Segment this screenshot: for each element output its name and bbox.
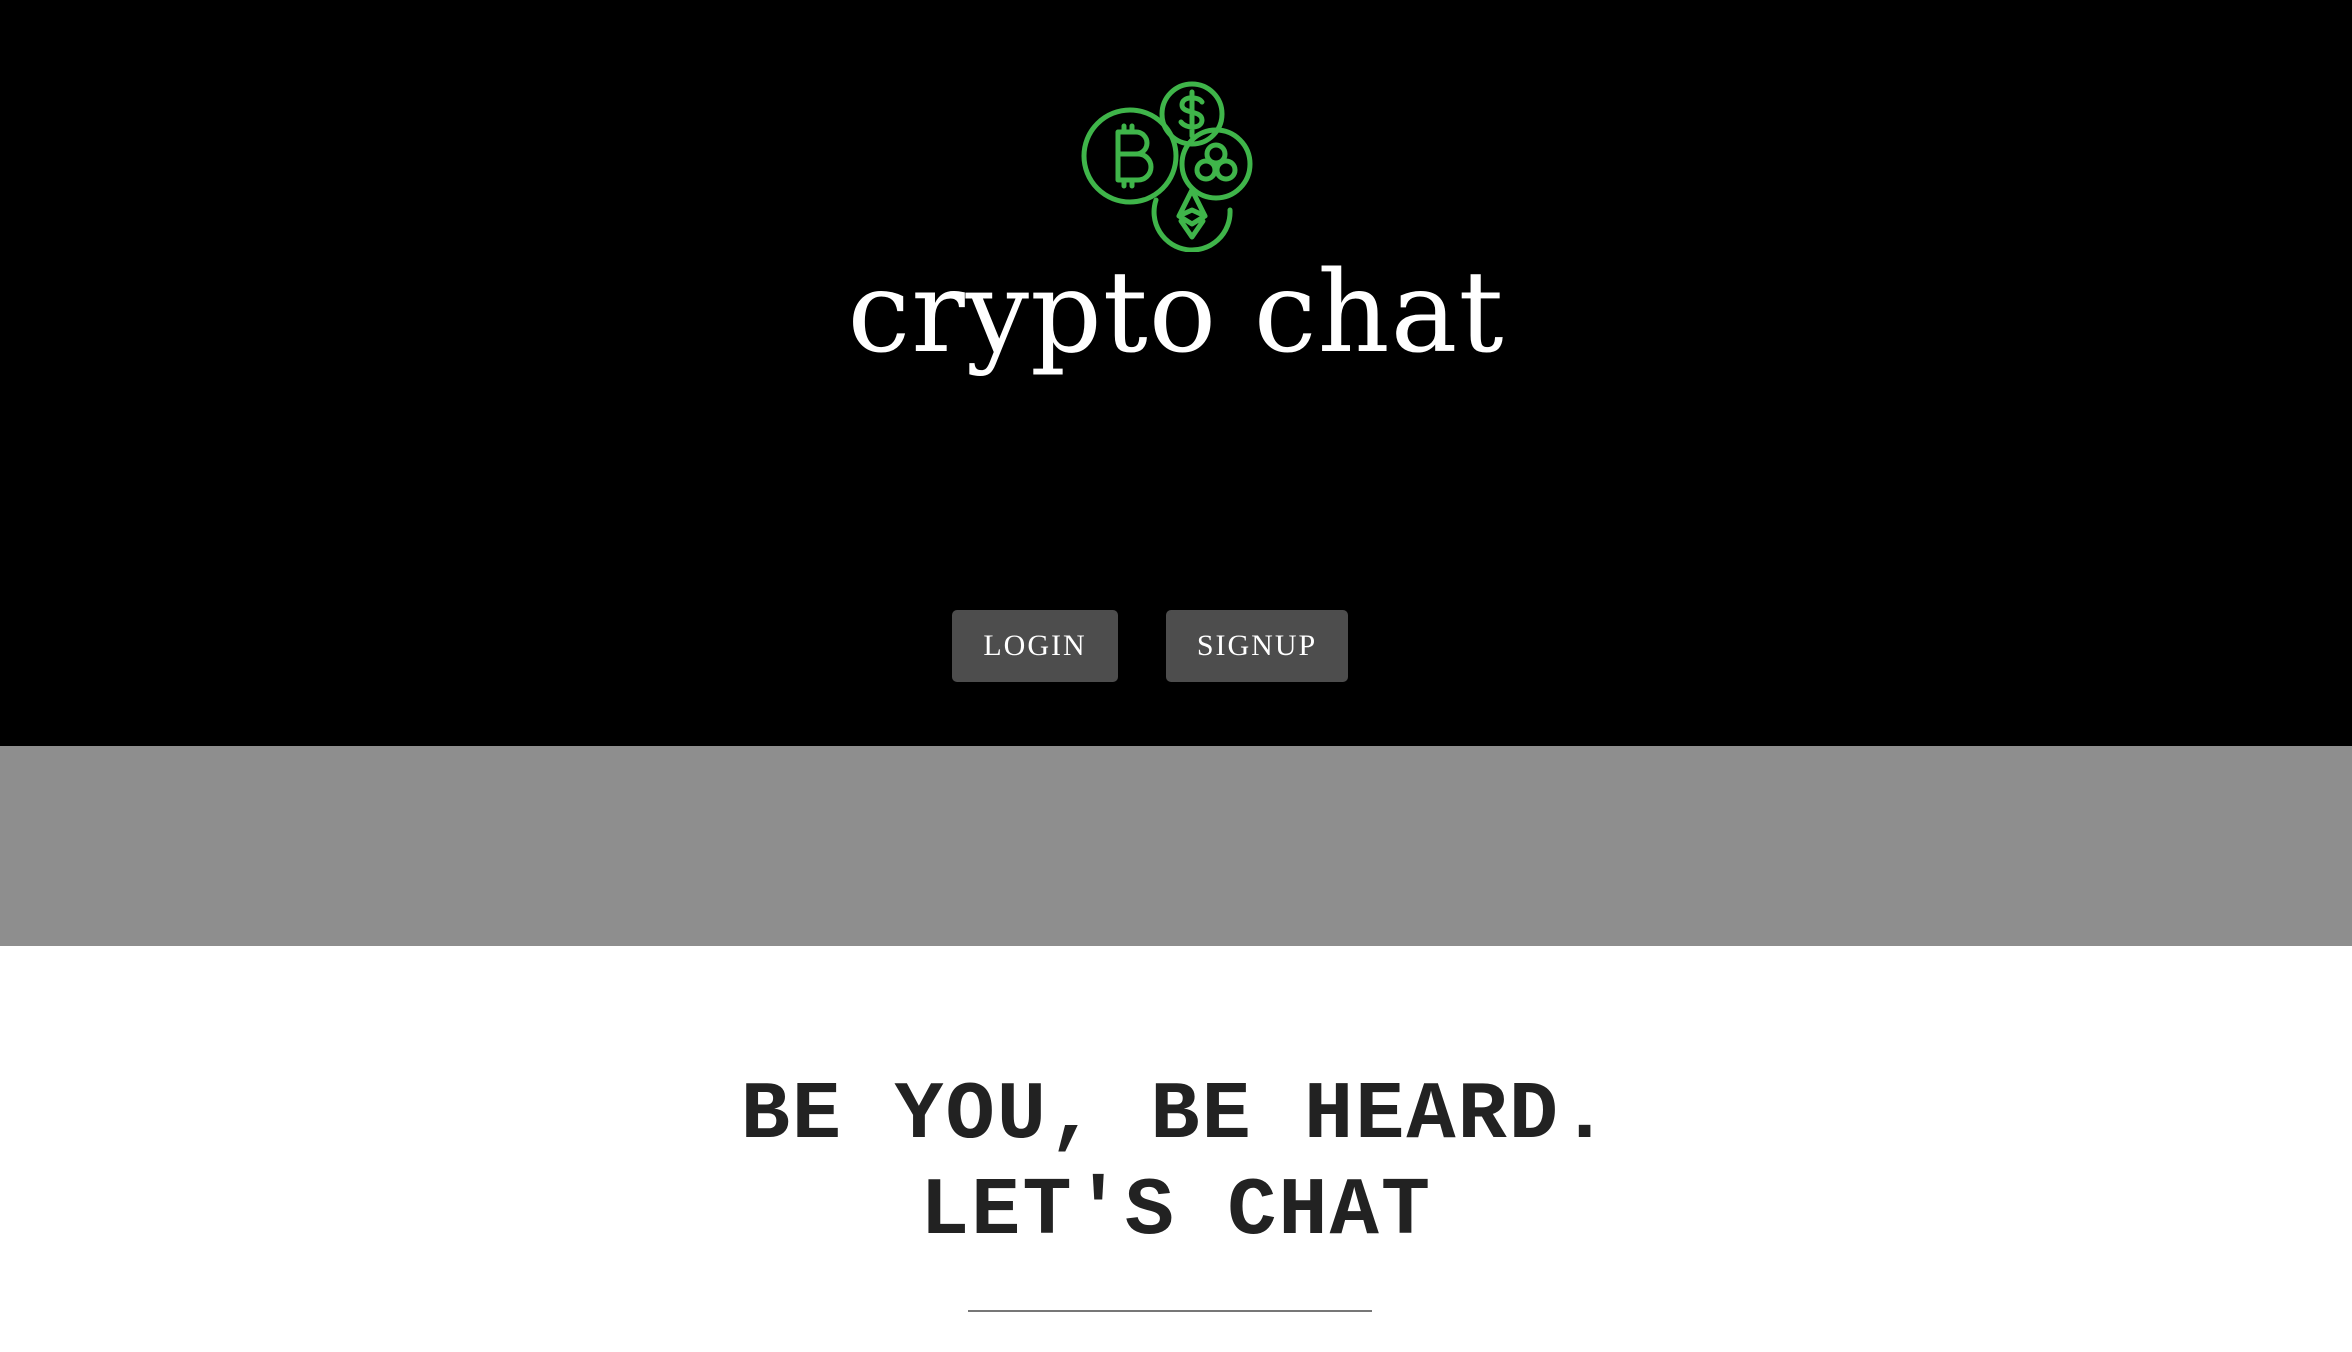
tagline-heading: BE YOU, BE HEARD. LET'S CHAT bbox=[0, 1068, 2352, 1260]
crypto-coins-logo-icon bbox=[1081, 81, 1253, 252]
login-button[interactable]: LOGIN bbox=[952, 610, 1118, 682]
brand-name: crypto chat bbox=[847, 248, 1505, 378]
hero-section: crypto chat LOGIN SIGNUP bbox=[0, 0, 2352, 746]
tagline-section: BE YOU, BE HEARD. LET'S CHAT bbox=[0, 946, 2352, 1352]
section-divider bbox=[968, 1310, 1372, 1312]
gray-banner bbox=[0, 746, 2352, 946]
tagline-line-1: BE YOU, BE HEARD. bbox=[740, 1069, 1612, 1162]
signup-button[interactable]: SIGNUP bbox=[1166, 610, 1348, 682]
tagline-line-2: LET'S CHAT bbox=[919, 1165, 1433, 1258]
